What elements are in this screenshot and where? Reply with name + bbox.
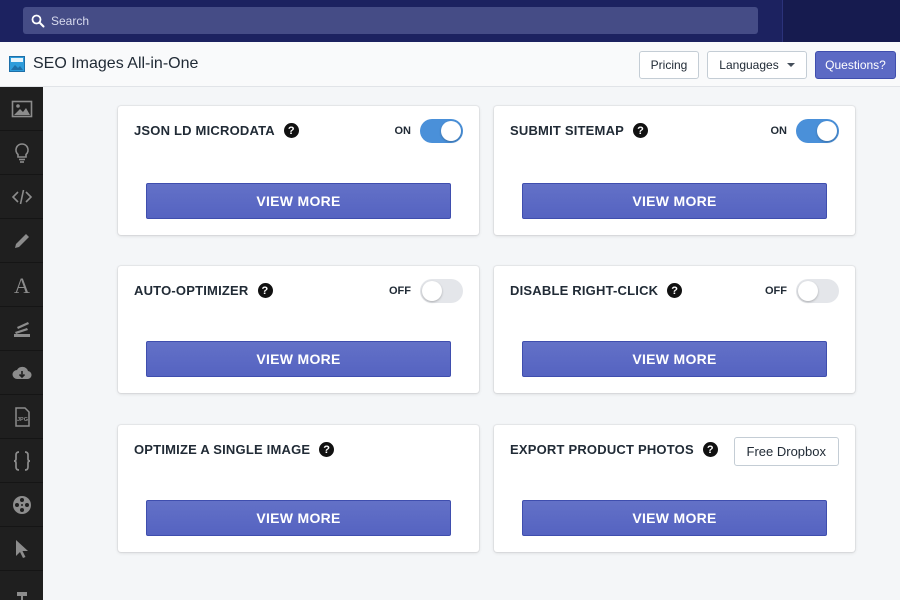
auto-optimizer-toggle[interactable] [420, 279, 463, 303]
caret-down-icon [786, 63, 795, 67]
languages-dropdown[interactable]: Languages [707, 51, 807, 79]
lightbulb-icon [14, 142, 29, 163]
font-icon: A [14, 274, 30, 296]
search-icon [31, 14, 45, 27]
help-icon[interactable]: ? [633, 123, 649, 138]
cursor-icon [15, 539, 28, 558]
help-icon[interactable]: ? [319, 442, 335, 457]
card-json-ld-microdata: JSON LD MICRODATA ? ON VIEW MORE [118, 106, 479, 235]
toggle-group: ON [770, 119, 839, 143]
view-more-button[interactable]: VIEW MORE [522, 500, 827, 536]
view-more-button[interactable]: VIEW MORE [522, 341, 827, 377]
top-bar-user-area[interactable] [782, 0, 900, 42]
card-optimize-single-image: OPTIMIZE A SINGLE IMAGE ? VIEW MORE [118, 425, 479, 552]
app-logo-icon [9, 56, 25, 72]
toggle-group: OFF [765, 279, 839, 303]
card-title-text: JSON LD MICRODATA [134, 123, 275, 138]
help-icon[interactable]: ? [283, 123, 299, 138]
sidebar-item-more[interactable] [0, 571, 43, 600]
search-bar[interactable] [23, 7, 758, 34]
disable-right-click-toggle[interactable] [796, 279, 839, 303]
film-reel-icon [12, 495, 31, 514]
more-tool-icon [16, 592, 27, 600]
card-title: OPTIMIZE A SINGLE IMAGE ? [134, 442, 335, 457]
submit-sitemap-toggle[interactable] [796, 119, 839, 143]
toggle-state-label: OFF [389, 285, 411, 297]
sidebar-item-jpg[interactable]: JPG [0, 395, 43, 439]
view-more-button[interactable]: VIEW MORE [522, 183, 827, 219]
toggle-knob [798, 281, 818, 301]
code-icon [11, 189, 32, 204]
sidebar: A JPG [0, 87, 43, 600]
toggle-knob [441, 121, 461, 141]
pricing-button[interactable]: Pricing [639, 51, 699, 79]
sidebar-item-cursor[interactable] [0, 527, 43, 571]
card-title-text: OPTIMIZE A SINGLE IMAGE [134, 442, 311, 457]
sidebar-item-media[interactable] [0, 483, 43, 527]
card-disable-right-click: DISABLE RIGHT-CLICK ? OFF VIEW MORE [494, 266, 855, 393]
sidebar-item-edit[interactable] [0, 219, 43, 263]
jpg-file-icon: JPG [14, 406, 30, 427]
toggle-knob [422, 281, 442, 301]
cloud-download-icon [12, 366, 32, 379]
view-more-button[interactable]: VIEW MORE [146, 500, 451, 536]
view-more-button[interactable]: VIEW MORE [146, 183, 451, 219]
free-dropbox-button[interactable]: Free Dropbox [733, 437, 839, 466]
sidebar-item-images[interactable] [0, 87, 43, 131]
card-title: JSON LD MICRODATA ? [134, 123, 299, 138]
help-icon[interactable]: ? [257, 283, 273, 298]
help-icon[interactable]: ? [702, 442, 718, 457]
toggle-state-label: OFF [765, 285, 787, 297]
languages-label: Languages [719, 58, 779, 72]
svg-text:JPG: JPG [16, 417, 27, 423]
view-more-button[interactable]: VIEW MORE [146, 341, 451, 377]
help-icon[interactable]: ? [667, 283, 683, 298]
image-icon [11, 100, 32, 117]
card-title-text: AUTO-OPTIMIZER [134, 283, 249, 298]
sidebar-item-stack[interactable] [0, 307, 43, 351]
json-ld-toggle[interactable] [420, 119, 463, 143]
toggle-group: OFF [389, 279, 463, 303]
stack-icon [13, 321, 30, 337]
sidebar-item-ideas[interactable] [0, 131, 43, 175]
card-title-text: EXPORT PRODUCT PHOTOS [510, 442, 694, 457]
pencil-icon [14, 233, 29, 248]
questions-button[interactable]: Questions? [815, 51, 896, 79]
search-input[interactable] [51, 13, 731, 28]
sidebar-item-text[interactable]: A [0, 263, 43, 307]
sidebar-item-cloud[interactable] [0, 351, 43, 395]
card-export-product-photos: EXPORT PRODUCT PHOTOS ? Free Dropbox VIE… [494, 425, 855, 552]
card-auto-optimizer: AUTO-OPTIMIZER ? OFF VIEW MORE [118, 266, 479, 393]
card-title-text: DISABLE RIGHT-CLICK [510, 283, 659, 298]
card-title: SUBMIT SITEMAP ? [510, 123, 649, 138]
card-submit-sitemap: SUBMIT SITEMAP ? ON VIEW MORE [494, 106, 855, 235]
card-title: DISABLE RIGHT-CLICK ? [510, 283, 683, 298]
toggle-knob [817, 121, 837, 141]
card-title: EXPORT PRODUCT PHOTOS ? [510, 442, 718, 457]
toggle-state-label: ON [770, 125, 788, 137]
svg-text:A: A [14, 274, 30, 296]
sidebar-item-code[interactable] [0, 175, 43, 219]
sidebar-item-json[interactable] [0, 439, 43, 483]
toggle-state-label: ON [394, 125, 412, 137]
card-title: AUTO-OPTIMIZER ? [134, 283, 273, 298]
app-title: SEO Images All-in-One [33, 55, 199, 72]
toggle-group: ON [394, 119, 463, 143]
top-bar [0, 0, 900, 42]
card-title-text: SUBMIT SITEMAP [510, 123, 625, 138]
app-header: SEO Images All-in-One Pricing Languages … [0, 42, 900, 87]
curly-braces-icon [13, 450, 30, 471]
